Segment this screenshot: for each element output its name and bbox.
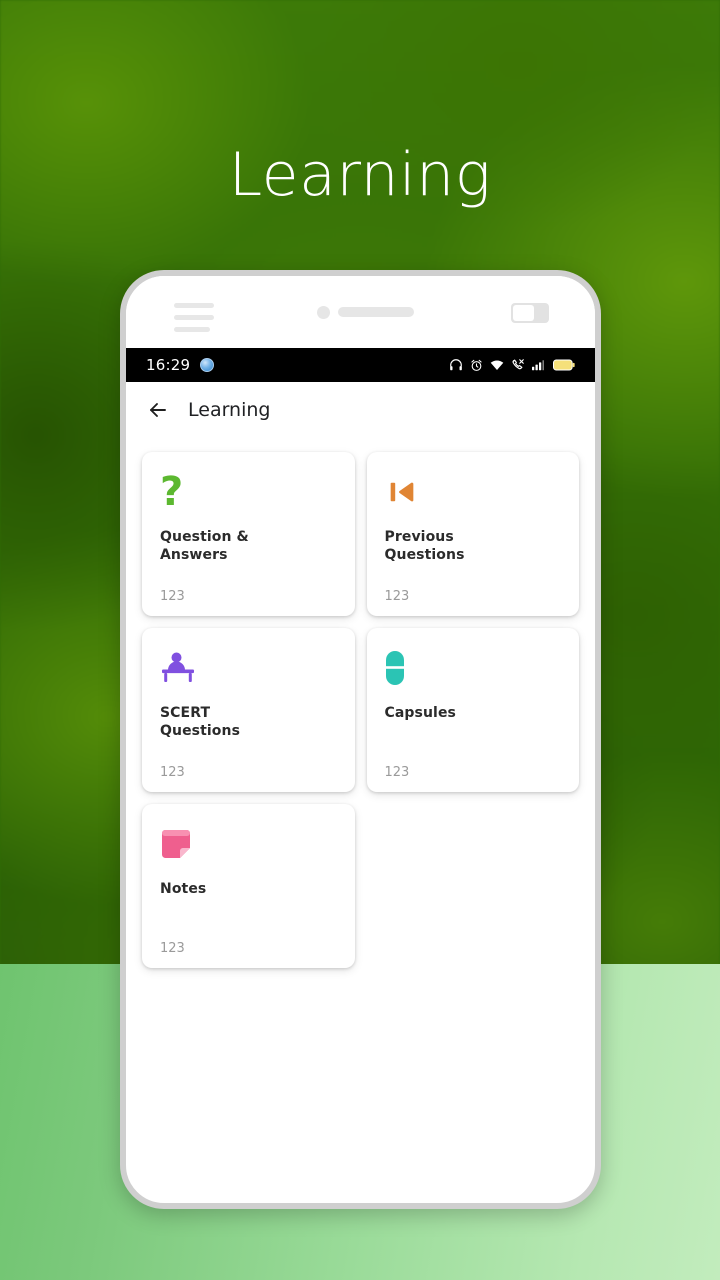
question-mark-icon: ? xyxy=(160,469,184,515)
grid-cell: SCERT Questions 123 xyxy=(136,622,361,798)
card-count: 123 xyxy=(160,941,185,956)
grid-cell: ? Question & Answers 123 xyxy=(136,446,361,622)
camera-dot-icon xyxy=(317,306,330,319)
hamburger-menu-icon[interactable] xyxy=(174,303,214,339)
card-previous-questions[interactable]: Previous Questions 123 xyxy=(366,452,579,616)
hamburger-line xyxy=(174,315,214,320)
app-notification-icon xyxy=(200,358,215,372)
card-title: Notes xyxy=(160,881,207,897)
card-grid: ? Question & Answers 123 Previous Questi… xyxy=(136,446,585,974)
card-count: 123 xyxy=(384,589,410,604)
skip-previous-icon xyxy=(385,470,562,514)
screenshot-stage: Learning 16:29 Learning ? Question & Ans… xyxy=(0,0,720,1280)
card-title: Previous Questions xyxy=(384,529,465,563)
headphones-icon xyxy=(449,358,463,372)
person-at-desk-icon xyxy=(160,646,337,690)
app-bar-title: Learning xyxy=(188,399,271,421)
page-title: Learning xyxy=(228,140,492,210)
status-bar-left: 16:29 xyxy=(146,356,215,374)
status-bar: 16:29 xyxy=(126,348,595,382)
grid-cell: Notes 123 xyxy=(136,798,361,974)
missed-call-icon xyxy=(511,358,525,372)
grid-cell: Previous Questions 123 xyxy=(361,446,586,622)
hamburger-line xyxy=(174,327,210,332)
phone-mockup: 16:29 Learning ? Question & Answers 123 … xyxy=(120,270,601,1209)
card-scert-questions[interactable]: SCERT Questions 123 xyxy=(142,628,355,792)
battery-icon xyxy=(553,359,575,371)
card-count: 123 xyxy=(160,589,185,604)
hamburger-line xyxy=(174,303,214,308)
card-title: SCERT Questions xyxy=(160,705,241,739)
signal-bars-icon xyxy=(532,359,546,371)
card-capsules[interactable]: Capsules 123 xyxy=(366,628,579,792)
app-bar: Learning xyxy=(126,382,595,438)
device-top-chrome xyxy=(126,276,595,348)
card-count: 123 xyxy=(160,765,185,780)
alarm-clock-icon xyxy=(470,359,483,372)
capsule-pill-icon xyxy=(385,646,562,690)
grid-cell: Capsules 123 xyxy=(361,622,586,798)
card-count: 123 xyxy=(384,765,410,780)
card-question-answers[interactable]: ? Question & Answers 123 xyxy=(142,452,355,616)
card-title: Question & Answers xyxy=(160,529,249,563)
back-arrow-icon[interactable] xyxy=(146,398,170,422)
status-bar-right xyxy=(449,358,575,372)
card-title: Capsules xyxy=(384,705,456,721)
sticky-note-icon xyxy=(160,822,337,866)
wifi-icon xyxy=(490,358,504,372)
earpiece-speaker-icon xyxy=(338,307,414,317)
status-time: 16:29 xyxy=(146,356,191,374)
device-toggle-icon[interactable] xyxy=(511,303,549,323)
learning-grid-content: ? Question & Answers 123 Previous Questi… xyxy=(126,438,595,974)
card-notes[interactable]: Notes 123 xyxy=(142,804,355,968)
